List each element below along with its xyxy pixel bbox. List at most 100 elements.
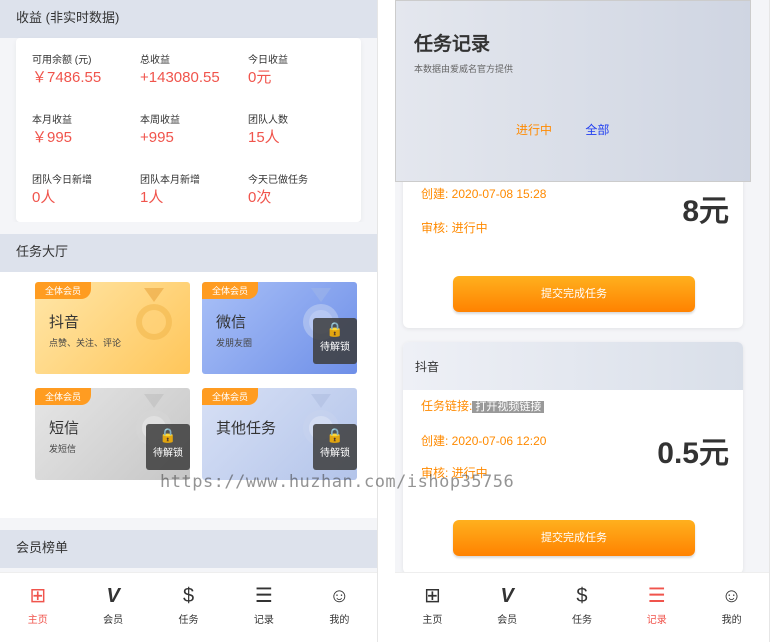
stat-available-balance: 可用余额 (元) ￥7486.55 xyxy=(32,54,140,88)
tab-running[interactable]: 进行中 xyxy=(516,121,552,138)
lock-label: 待解锁 xyxy=(320,448,350,459)
stat-label: 团队今日新增 xyxy=(32,175,92,186)
nav-home[interactable]: ⊞ 主页 xyxy=(395,573,470,642)
stat-label: 总收益 xyxy=(140,55,170,66)
income-stats: 可用余额 (元) ￥7486.55 总收益 +143080.55 今日收益 0元 本月… xyxy=(32,48,349,208)
bottom-nav: ⊞ 主页 V 会员 $ 任务 ☰ 记录 ☺ 我的 xyxy=(395,572,769,642)
nav-label: 主页 xyxy=(27,615,48,626)
stat-tasks-done-today: 今天已做任务 0次 xyxy=(248,174,358,208)
reward-amount: 0.5元 xyxy=(657,437,729,470)
home-screen: 收益 (非实时数据) 可用余额 (元) ￥7486.55 总收益 +143080.5… xyxy=(0,0,378,642)
submit-task-button[interactable]: 提交完成任务 xyxy=(453,276,695,312)
stat-label: 团队人数 xyxy=(248,115,288,126)
stat-value: +995 xyxy=(140,129,174,146)
home-icon: ⊞ xyxy=(29,585,47,607)
home-icon: ⊞ xyxy=(424,585,441,607)
nav-label: 任务 xyxy=(178,615,199,626)
income-card: 可用余额 (元) ￥7486.55 总收益 +143080.55 今日收益 0元 本月… xyxy=(16,38,361,222)
stat-month-income: 本月收益 ￥995 xyxy=(32,114,140,148)
stat-week-income: 本周收益 +995 xyxy=(140,114,248,148)
stat-label: 团队本月新增 xyxy=(140,175,200,186)
nav-label: 记录 xyxy=(253,615,274,626)
stat-value: 0元 xyxy=(248,69,272,86)
member-badge: 全体会员 xyxy=(202,388,259,405)
nav-tasks[interactable]: $ 任务 xyxy=(151,573,226,642)
stat-label: 可用余额 (元) xyxy=(32,55,92,66)
nav-label: 会员 xyxy=(497,615,518,626)
task-link-label: 任务链接: xyxy=(421,399,473,413)
open-video-link-button[interactable]: 打开视频链接 xyxy=(472,401,545,413)
ranking-header: 会员榜单 xyxy=(0,530,377,568)
vip-icon: V xyxy=(106,585,120,607)
stat-team-size: 团队人数 15人 xyxy=(248,114,358,148)
nav-vip[interactable]: V 会员 xyxy=(75,573,150,642)
stat-label: 今天已做任务 xyxy=(248,175,308,186)
nav-home[interactable]: ⊞ 主页 xyxy=(0,573,75,642)
nav-records[interactable]: ☰ 记录 xyxy=(226,573,301,642)
clipboard-icon: ☰ xyxy=(254,585,273,607)
member-badge: 全体会员 xyxy=(35,282,92,299)
nav-mine[interactable]: ☺ 我的 xyxy=(302,573,377,642)
stat-label: 本月收益 xyxy=(32,115,72,126)
page-subtitle: 本数据由爱威名官方提供 xyxy=(414,64,514,74)
income-header: 收益 (非实时数据) xyxy=(0,0,377,38)
lock-icon: 🔒 xyxy=(326,427,344,443)
member-badge: 全体会员 xyxy=(35,388,92,405)
medal-icon xyxy=(136,288,172,340)
task-tile-wechat[interactable]: 全体会员 微信 发朋友圈 🔒 待解锁 xyxy=(202,282,357,374)
reward-amount: 8元 xyxy=(682,195,729,228)
stat-value: +143080.55 xyxy=(140,69,220,86)
lock-label: 待解锁 xyxy=(153,448,183,459)
created-time: 创建: 2020-07-08 15:28 xyxy=(421,187,547,201)
stat-total-income: 总收益 +143080.55 xyxy=(140,54,248,88)
task-link-row: 任务链接: 打开视频链接 xyxy=(403,396,743,417)
stat-value: 0人 xyxy=(32,189,56,206)
bottom-nav: ⊞ 主页 V 会员 $ 任务 ☰ 记录 ☺ 我的 xyxy=(0,572,377,642)
record-tabs: 进行中 全部 xyxy=(516,121,639,138)
task-tile-other[interactable]: 全体会员 其他任务 🔒 待解锁 xyxy=(202,388,357,480)
lock-overlay: 🔒 待解锁 xyxy=(313,424,357,470)
money-bag-icon: $ xyxy=(576,585,588,607)
stat-label: 本周收益 xyxy=(140,115,180,126)
stat-value: ￥7486.55 xyxy=(32,69,102,86)
stat-value: 15人 xyxy=(248,129,280,146)
page-title: 任务记录 xyxy=(414,34,491,55)
stat-team-month-new: 团队本月新增 1人 xyxy=(140,174,248,208)
nav-label: 我的 xyxy=(721,615,742,626)
review-status: 审核: 进行中 xyxy=(421,221,488,235)
stat-value: ￥995 xyxy=(32,129,73,146)
money-bag-icon: $ xyxy=(182,585,195,607)
tab-all[interactable]: 全部 xyxy=(585,121,609,138)
member-badge: 全体会员 xyxy=(202,282,259,299)
card-title: 抖音 xyxy=(403,342,743,390)
submit-task-button[interactable]: 提交完成任务 xyxy=(453,520,695,556)
nav-records[interactable]: ☰ 记录 xyxy=(619,573,694,642)
nav-label: 记录 xyxy=(646,615,667,626)
lock-label: 待解锁 xyxy=(320,342,350,353)
lock-icon: 🔒 xyxy=(159,427,177,443)
record-card: 抖音 任务链接: 打开视频链接 创建: 2020-07-06 12:20 0.5元… xyxy=(403,342,743,574)
records-header: 任务记录 本数据由爱威名官方提供 进行中 全部 xyxy=(395,0,751,182)
nav-label: 我的 xyxy=(329,615,350,626)
nav-vip[interactable]: V 会员 xyxy=(470,573,545,642)
stat-value: 1人 xyxy=(140,189,164,206)
task-tile-douyin[interactable]: 全体会员 抖音 点赞、关注、评论 xyxy=(35,282,190,374)
records-screen: 任务记录 本数据由爱威名官方提供 进行中 全部 创建: 2020-07-08 1… xyxy=(395,0,770,642)
lock-overlay: 🔒 待解锁 xyxy=(313,318,357,364)
user-icon: ☺ xyxy=(721,585,742,607)
stat-team-today-new: 团队今日新增 0人 xyxy=(32,174,140,208)
stat-today-income: 今日收益 0元 xyxy=(248,54,358,88)
lock-icon: 🔒 xyxy=(326,321,344,337)
nav-label: 会员 xyxy=(103,615,124,626)
task-tile-sms[interactable]: 全体会员 短信 发短信 🔒 待解锁 xyxy=(35,388,190,480)
nav-tasks[interactable]: $ 任务 xyxy=(545,573,620,642)
nav-mine[interactable]: ☺ 我的 xyxy=(694,573,769,642)
nav-label: 主页 xyxy=(422,615,443,626)
user-icon: ☺ xyxy=(329,585,350,607)
clipboard-icon: ☰ xyxy=(647,585,666,607)
watermark-text: https://www.huzhan.com/ishop35756 xyxy=(160,472,515,492)
vip-icon: V xyxy=(500,585,514,607)
task-hall-header: 任务大厅 xyxy=(0,234,377,272)
lock-overlay: 🔒 待解锁 xyxy=(146,424,190,470)
stat-label: 今日收益 xyxy=(248,55,288,66)
